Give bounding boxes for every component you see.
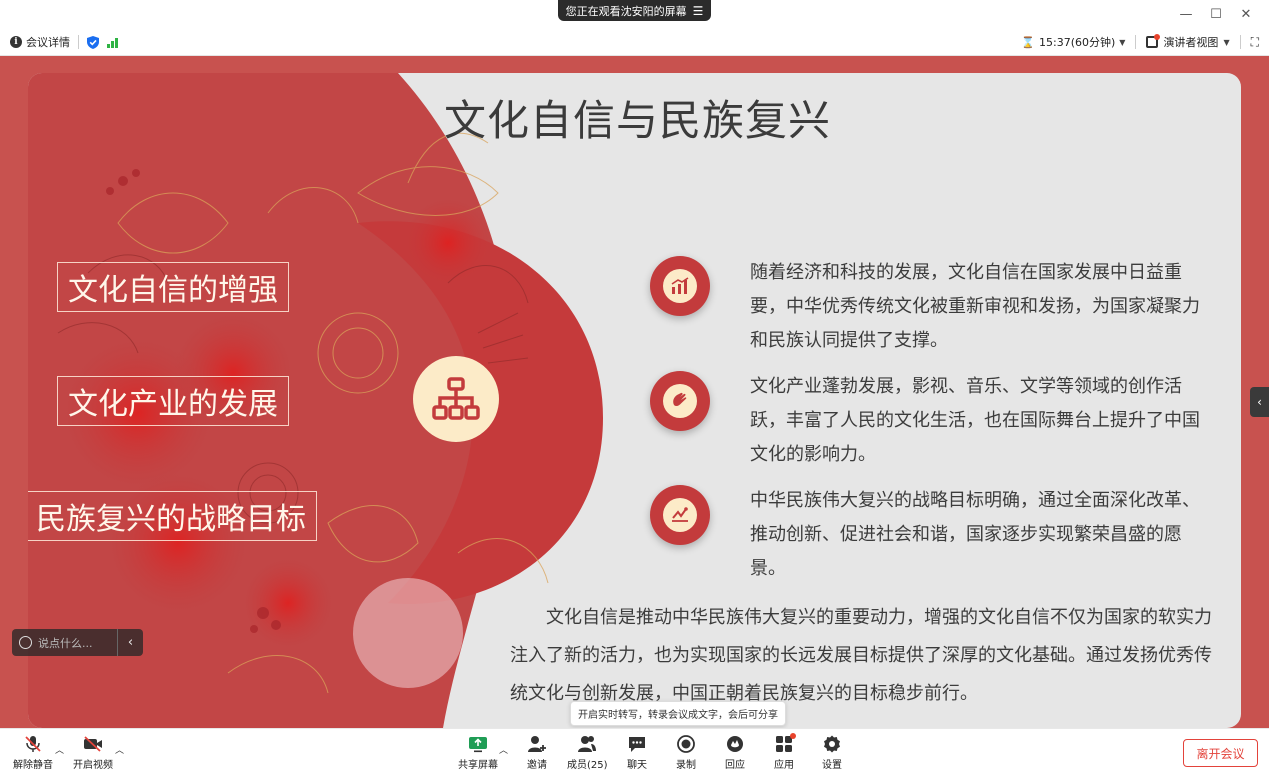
point-text: 文化产业蓬勃发展，影视、音乐、文学等领域的创作活跃，丰富了人民的文化生活，也在国… (750, 376, 1200, 465)
slide-title: 文化自信与民族复兴 (444, 96, 832, 145)
meeting-toolbar: 解除静音 ︿ 开启视频 ︿ 共享屏幕 ︿ 邀请 成员(25) 聊天 录制 回应 … (0, 728, 1269, 777)
topic-tag-cultural-industry: 文化产业的发展 (57, 376, 289, 426)
invite-button[interactable]: 邀请 (526, 735, 548, 771)
leave-meeting-button[interactable]: 离开会议 (1183, 739, 1258, 767)
add-person-icon (526, 735, 548, 753)
comment-input[interactable]: 说点什么... ‹ (12, 629, 143, 656)
notification-dot (790, 733, 796, 739)
share-screen-icon (467, 735, 489, 753)
hub-circle (413, 356, 499, 442)
settings-button[interactable]: 设置 (821, 735, 843, 771)
chevron-down-icon: ▼ (1223, 37, 1230, 47)
divider (1239, 35, 1241, 49)
start-video-button[interactable]: 开启视频 (73, 735, 113, 771)
view-mode-label: 演讲者视图 (1163, 36, 1219, 49)
window-controls: — ☐ ✕ (1171, 4, 1261, 24)
org-chart-icon (432, 377, 480, 420)
viewing-screen-banner[interactable]: 您正在观看沈安阳的屏幕 ☰ (558, 0, 711, 21)
viewing-screen-text: 您正在观看沈安阳的屏幕 (565, 4, 687, 18)
reactions-button[interactable]: 回应 (724, 735, 746, 771)
minimize-button[interactable]: — (1171, 4, 1201, 24)
share-options-caret[interactable]: ︿ (499, 743, 508, 756)
view-mode-selector[interactable]: 演讲者视图 ▼ (1146, 34, 1230, 50)
slide-summary: 文化自信是推动中华民族伟大复兴的重要动力，增强的文化自信不仅为国家的软实力注入了… (510, 607, 1212, 704)
clapping-hands-icon (650, 371, 710, 431)
members-label: 成员(25) (567, 760, 608, 771)
menu-icon[interactable]: ☰ (693, 4, 704, 18)
collapse-chevron-icon[interactable]: ‹ (117, 629, 143, 656)
target-chart-icon (650, 485, 710, 545)
chevron-down-icon: ▼ (1119, 37, 1126, 47)
meeting-details-label: 会议详情 (26, 36, 70, 49)
network-signal-icon[interactable] (107, 37, 118, 48)
security-shield-icon[interactable] (87, 35, 99, 49)
divider (78, 35, 79, 49)
hourglass-icon: ⌛ (1021, 35, 1035, 49)
reaction-hand-icon (724, 735, 746, 753)
share-screen-button[interactable]: 共享屏幕 (458, 735, 498, 771)
smiley-icon[interactable] (19, 636, 32, 649)
chat-label: 聊天 (627, 760, 647, 771)
members-icon (576, 735, 598, 753)
unmute-label: 解除静音 (13, 760, 53, 771)
meeting-timer[interactable]: ⌛ 15:37(60分钟) ▼ (1021, 34, 1125, 50)
chat-icon (626, 735, 648, 753)
presentation-slide: 文化自信与民族复兴 文化自信的增强 文化产业的发展 民族复兴的战略目标 随着经济… (28, 73, 1241, 728)
transcription-tooltip: 开启实时转写，转录会议成文字，会后可分享 (570, 701, 786, 726)
chat-button[interactable]: 聊天 (626, 735, 648, 771)
comment-placeholder: 说点什么... (38, 636, 93, 650)
divider (1135, 35, 1137, 49)
apps-grid-icon (773, 733, 796, 753)
video-options-caret[interactable]: ︿ (115, 743, 124, 756)
settings-label: 设置 (822, 760, 842, 771)
meeting-info-bar: i 会议详情 ⌛ 15:37(60分钟) ▼ 演讲者视图 ▼ ⛶ (0, 28, 1269, 56)
window-titlebar: 您正在观看沈安阳的屏幕 ☰ — ☐ ✕ (0, 0, 1269, 28)
gear-icon (821, 735, 843, 753)
point-text: 中华民族伟大复兴的战略目标明确，通过全面深化改革、推动创新、促进社会和谐，国家逐… (750, 490, 1200, 579)
meeting-details-button[interactable]: i 会议详情 (10, 34, 70, 50)
video-off-icon (82, 735, 104, 753)
invite-label: 邀请 (527, 760, 547, 771)
record-button[interactable]: 录制 (675, 735, 697, 771)
shared-screen: 文化自信与民族复兴 文化自信的增强 文化产业的发展 民族复兴的战略目标 随着经济… (0, 56, 1269, 728)
start-video-label: 开启视频 (73, 760, 113, 771)
growth-chart-icon (650, 256, 710, 316)
share-screen-label: 共享屏幕 (458, 760, 498, 771)
record-label: 录制 (676, 760, 696, 771)
audio-options-caret[interactable]: ︿ (55, 743, 64, 756)
close-button[interactable]: ✕ (1231, 4, 1261, 24)
chevron-left-icon: ‹ (1257, 395, 1262, 409)
timer-text: 15:37(60分钟) (1039, 36, 1116, 49)
side-panel-toggle[interactable]: ‹ (1250, 387, 1269, 417)
mic-muted-icon (22, 735, 44, 753)
record-icon (675, 735, 697, 753)
topic-tag-cultural-confidence: 文化自信的增强 (57, 262, 289, 312)
reactions-label: 回应 (725, 760, 745, 771)
point-text: 随着经济和科技的发展，文化自信在国家发展中日益重要，中华优秀传统文化被重新审视和… (750, 262, 1200, 351)
info-icon: i (10, 36, 22, 48)
unmute-button[interactable]: 解除静音 (13, 735, 53, 771)
apps-button[interactable]: 应用 (773, 733, 796, 771)
members-button[interactable]: 成员(25) (567, 735, 608, 771)
speaker-view-icon (1146, 34, 1161, 48)
maximize-button[interactable]: ☐ (1201, 4, 1231, 24)
apps-label: 应用 (774, 760, 794, 771)
fullscreen-icon[interactable]: ⛶ (1251, 35, 1259, 50)
topic-tag-strategic-goal: 民族复兴的战略目标 (28, 491, 317, 541)
